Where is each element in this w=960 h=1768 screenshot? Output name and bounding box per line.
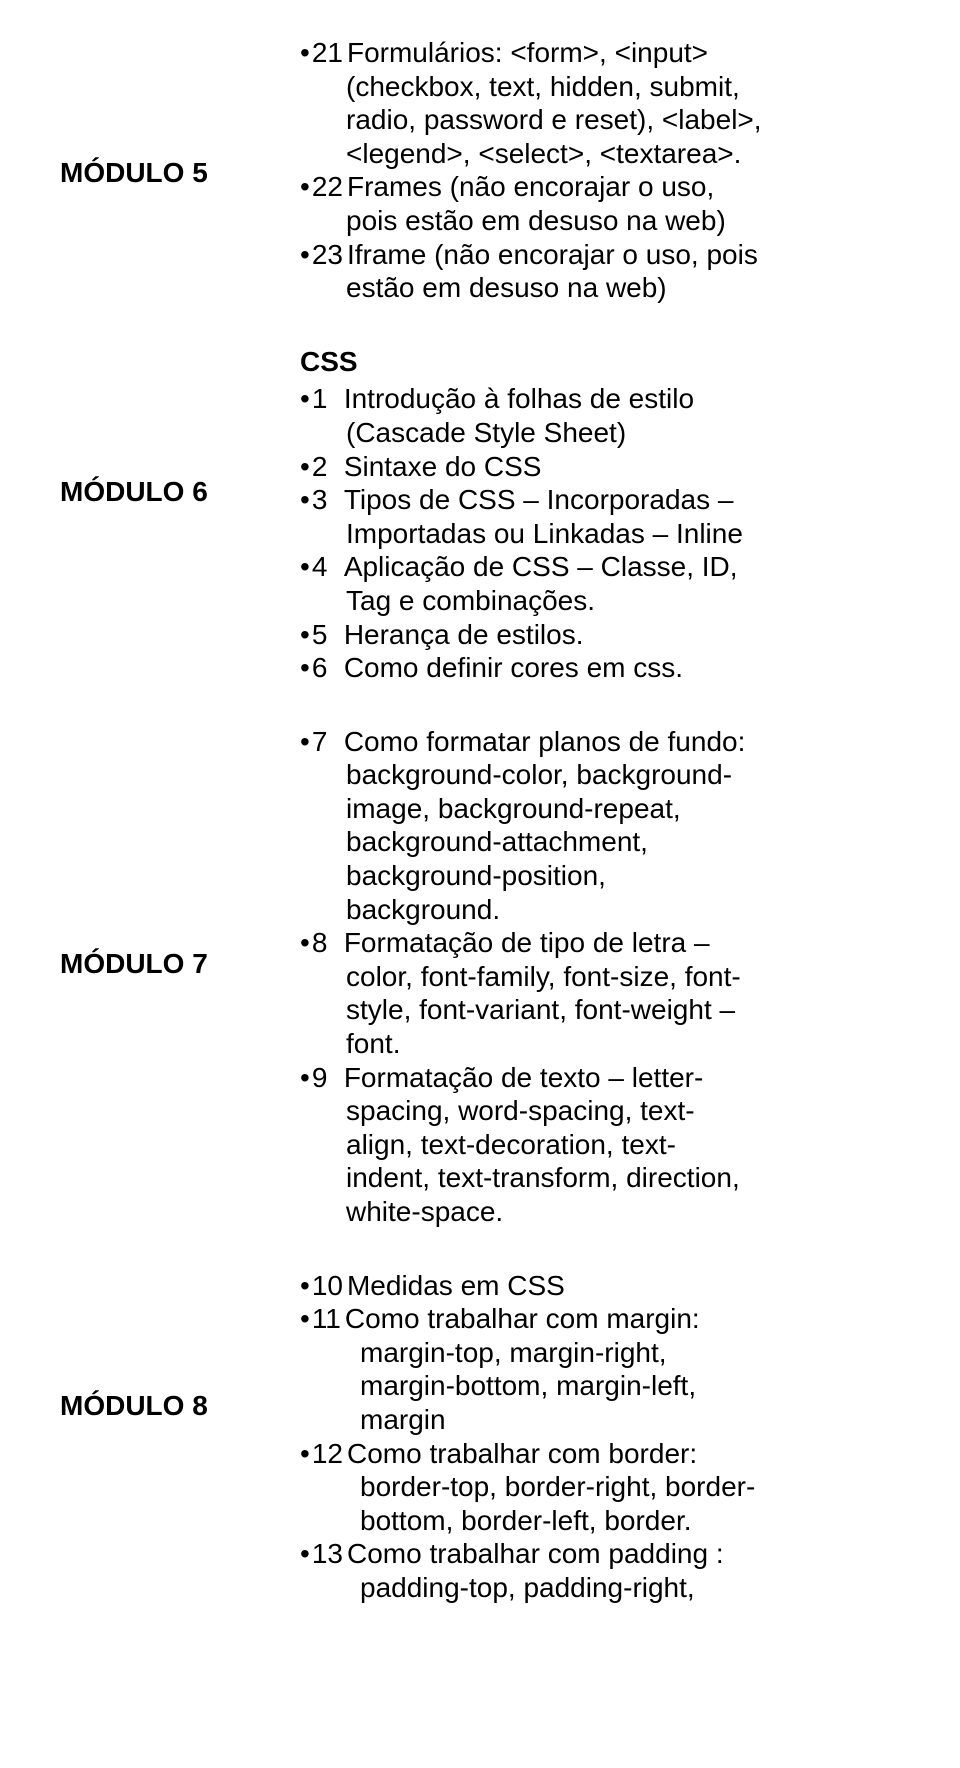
list-item-cont: (Cascade Style Sheet) (300, 416, 840, 450)
list-item: •2Sintaxe do CSS (300, 450, 840, 484)
bullet-icon: • (300, 1269, 312, 1303)
list-item: •4Aplicação de CSS – Classe, ID, (300, 550, 840, 584)
module-5-row: MÓDULO 5 •21Formulários: <form>, <input>… (0, 36, 960, 305)
list-item: •13Como trabalhar com padding : (300, 1537, 840, 1571)
list-item-cont: radio, password e reset), <label>, (300, 103, 840, 137)
bullet-icon: • (300, 382, 312, 416)
module-8-label: MÓDULO 8 (0, 1269, 300, 1423)
list-item-cont: background-color, background- (300, 758, 840, 792)
module-6-row: MÓDULO 6 CSS •1Introdução à folhas de es… (0, 345, 960, 685)
module-8-content: •10Medidas em CSS •11Como trabalhar com … (300, 1269, 840, 1605)
list-item-cont: bottom, border-left, border. (300, 1504, 840, 1538)
list-item-cont: padding-top, padding-right, (300, 1571, 840, 1605)
list-item: •22Frames (não encorajar o uso, (300, 170, 840, 204)
list-item-cont: image, background-repeat, (300, 792, 840, 826)
list-item-cont: background. (300, 893, 840, 927)
list-item-cont: (checkbox, text, hidden, submit, (300, 70, 840, 104)
module-7-row: MÓDULO 7 •7Como formatar planos de fundo… (0, 725, 960, 1229)
list-item-cont: Importadas ou Linkadas – Inline (300, 517, 840, 551)
list-item: •23Iframe (não encorajar o uso, pois (300, 238, 840, 272)
list-item-cont: background-position, (300, 859, 840, 893)
list-item-cont: style, font-variant, font-weight – (300, 993, 840, 1027)
bullet-icon: • (300, 550, 312, 584)
bullet-icon: • (300, 1061, 312, 1095)
list-item: •3Tipos de CSS – Incorporadas – (300, 483, 840, 517)
bullet-icon: • (300, 725, 312, 759)
list-item: •9Formatação de texto – letter- (300, 1061, 840, 1095)
module-6-content: CSS •1Introdução à folhas de estilo (Cas… (300, 345, 840, 685)
module-5-content: •21Formulários: <form>, <input> (checkbo… (300, 36, 840, 305)
list-item-cont: <legend>, <select>, <textarea>. (300, 137, 840, 171)
list-item: •8Formatação de tipo de letra – (300, 926, 840, 960)
module-7-label: MÓDULO 7 (0, 725, 300, 981)
list-item: •21Formulários: <form>, <input> (300, 36, 840, 70)
list-item-cont: pois estão em desuso na web) (300, 204, 840, 238)
list-item-cont: margin-bottom, margin-left, (300, 1369, 840, 1403)
list-item-cont: background-attachment, (300, 825, 840, 859)
bullet-icon: • (300, 1437, 312, 1471)
css-heading: CSS (300, 345, 840, 379)
bullet-icon: • (300, 926, 312, 960)
list-item: •11Como trabalhar com margin: (300, 1302, 840, 1336)
bullet-icon: • (300, 618, 312, 652)
list-item: •7Como formatar planos de fundo: (300, 725, 840, 759)
list-item-cont: color, font-family, font-size, font- (300, 960, 840, 994)
list-item-cont: font. (300, 1027, 840, 1061)
list-item: •1Introdução à folhas de estilo (300, 382, 840, 416)
list-item: •12Como trabalhar com border: (300, 1437, 840, 1471)
list-item-cont: align, text-decoration, text- (300, 1128, 840, 1162)
list-item: •10Medidas em CSS (300, 1269, 840, 1303)
bullet-icon: • (300, 238, 312, 272)
list-item-cont: Tag e combinações. (300, 584, 840, 618)
list-item-cont: spacing, word-spacing, text- (300, 1094, 840, 1128)
bullet-icon: • (300, 483, 312, 517)
list-item-cont: margin (300, 1403, 840, 1437)
bullet-icon: • (300, 450, 312, 484)
list-item-cont: indent, text-transform, direction, (300, 1161, 840, 1195)
list-item: •5Herança de estilos. (300, 618, 840, 652)
list-item-cont: border-top, border-right, border- (300, 1470, 840, 1504)
list-item-cont: white-space. (300, 1195, 840, 1229)
module-8-row: MÓDULO 8 •10Medidas em CSS •11Como traba… (0, 1269, 960, 1605)
module-7-content: •7Como formatar planos de fundo: backgro… (300, 725, 840, 1229)
bullet-icon: • (300, 1537, 312, 1571)
bullet-icon: • (300, 1302, 312, 1336)
bullet-icon: • (300, 170, 312, 204)
list-item-cont: estão em desuso na web) (300, 271, 840, 305)
bullet-icon: • (300, 651, 312, 685)
list-item-cont: margin-top, margin-right, (300, 1336, 840, 1370)
module-6-label: MÓDULO 6 (0, 345, 300, 509)
list-item: •6Como definir cores em css. (300, 651, 840, 685)
module-5-label: MÓDULO 5 (0, 36, 300, 190)
bullet-icon: • (300, 36, 312, 70)
